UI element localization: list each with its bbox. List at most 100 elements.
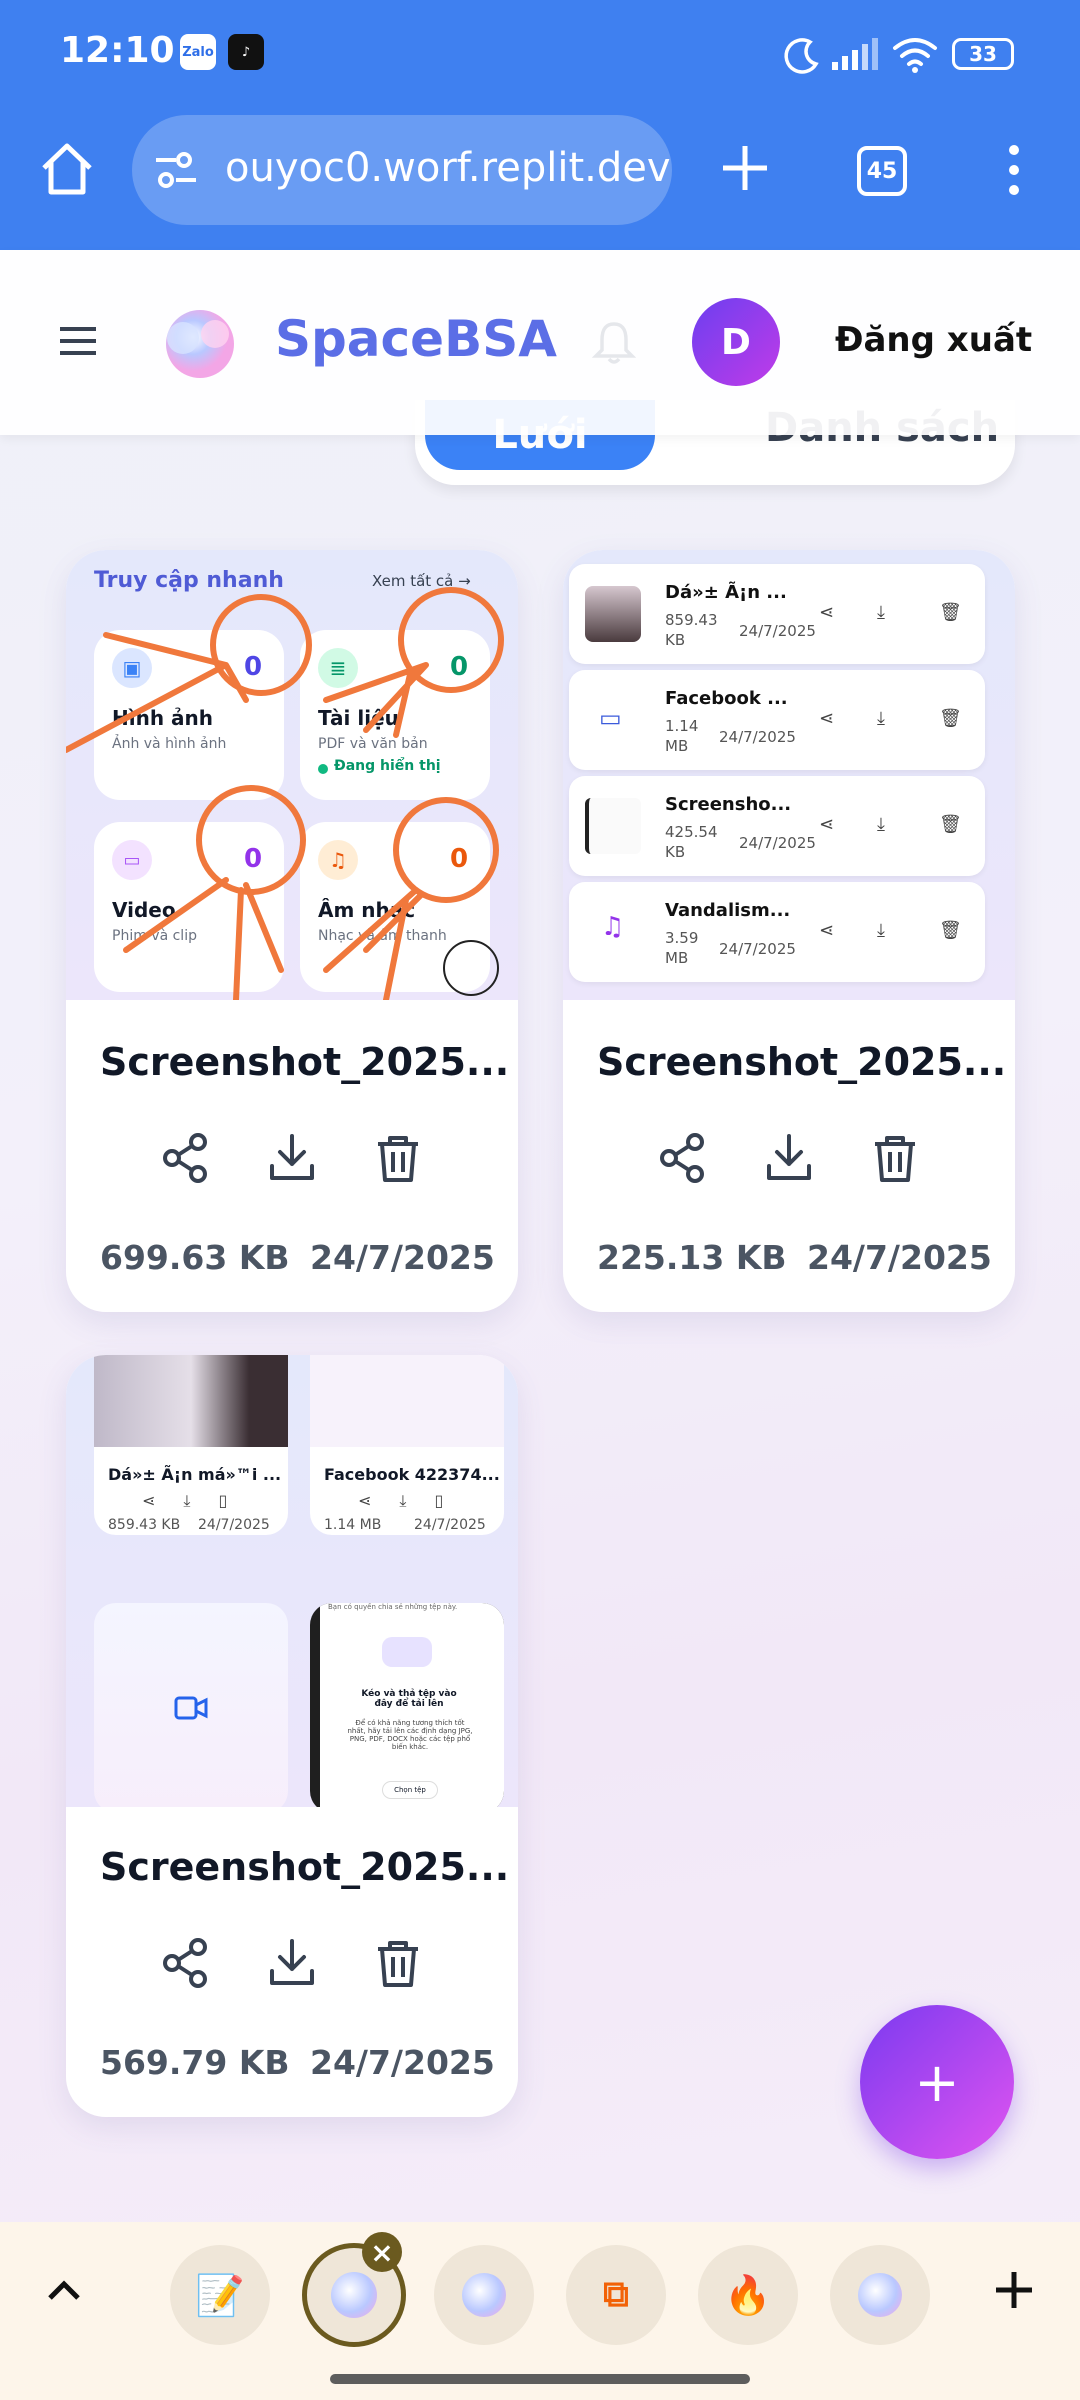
- tab-count-button[interactable]: 45: [857, 146, 907, 196]
- file-date: 24/7/2025: [807, 1238, 992, 1277]
- row-date: 24/7/2025: [719, 940, 796, 958]
- brand-name[interactable]: SpaceBSA: [275, 310, 557, 368]
- delete-icon: 🗑: [939, 814, 962, 835]
- tiktok-icon: ♪: [228, 34, 264, 70]
- upload-title: Kéo và thả tệp vào đây để tải lên: [361, 1689, 457, 1709]
- delete-icon: 🗑: [939, 920, 962, 941]
- row-name: Vandalism...: [665, 900, 791, 921]
- share-icon[interactable]: [156, 1128, 216, 1188]
- delete-icon: 🗑: [939, 708, 962, 729]
- close-tab-icon[interactable]: ×: [362, 2232, 402, 2272]
- brand-logo-icon: [331, 2272, 377, 2318]
- delete-icon[interactable]: [368, 1933, 428, 1993]
- battery-indicator: 33: [952, 38, 1014, 70]
- row-name: Screensho...: [665, 794, 792, 815]
- row-name: Facebook ...: [665, 688, 788, 709]
- brand-logo-icon: [858, 2273, 902, 2317]
- row-date: 24/7/2025: [739, 622, 816, 640]
- replit-icon: ⧉: [603, 2274, 629, 2315]
- notification-bell-icon[interactable]: [590, 318, 638, 366]
- row-date: 24/7/2025: [739, 834, 816, 852]
- file-card[interactable]: Dá»± Ã¡n má»™i ... ⋖⤓▯ 859.43 KB 24/7/20…: [66, 1355, 518, 2117]
- file-date: 24/7/2025: [310, 1238, 495, 1277]
- preview-grid-item: [94, 1603, 288, 1807]
- row-size: 859.43 KB: [665, 611, 718, 649]
- upload-fab-button[interactable]: +: [860, 2005, 1014, 2159]
- preview-grid-item: Dá»± Ã¡n má»™i ... ⋖⤓▯ 859.43 KB 24/7/20…: [94, 1355, 288, 1535]
- url-text[interactable]: ouyoc0.worf.replit.dev: [225, 145, 671, 191]
- download-icon[interactable]: [759, 1128, 819, 1188]
- file-size: 569.79 KB: [100, 2043, 290, 2082]
- brand-logo-icon: [462, 2273, 506, 2317]
- tab-replit[interactable]: ⧉: [566, 2245, 666, 2345]
- preview-grid-item: Facebook 422374... ⋖⤓▯ 1.14 MB 24/7/2025: [310, 1355, 504, 1535]
- file-preview-quick-access: Truy cập nhanh Xem tất cả → ▣ 0 Hình ảnh…: [66, 550, 518, 1000]
- video-icon: [174, 1696, 208, 1720]
- tab-fire-app[interactable]: 🔥: [698, 2245, 798, 2345]
- delete-icon: 🗑: [939, 602, 962, 623]
- file-card[interactable]: Truy cập nhanh Xem tất cả → ▣ 0 Hình ảnh…: [66, 550, 518, 1312]
- file-preview-grid: Dá»± Ã¡n má»™i ... ⋖⤓▯ 859.43 KB 24/7/20…: [66, 1355, 518, 1807]
- file-name: Screenshot_2025...: [100, 1040, 510, 1084]
- download-icon: ⤓: [877, 814, 885, 835]
- file-card[interactable]: Dá»± Ã¡n ... 859.43 KB 24/7/2025 ⋖ ⤓ 🗑 ▭…: [563, 550, 1015, 1312]
- video-thumbnail: [310, 1355, 504, 1447]
- preview-list-row: Screensho... 425.54 KB 24/7/2025 ⋖ ⤓ 🗑: [569, 776, 985, 876]
- share-icon[interactable]: [156, 1933, 216, 1993]
- item-name: Facebook 422374...: [324, 1465, 500, 1484]
- file-preview-list: Dá»± Ã¡n ... 859.43 KB 24/7/2025 ⋖ ⤓ 🗑 ▭…: [563, 550, 1015, 1000]
- music-icon: ♫: [601, 912, 625, 942]
- video-icon: ▭: [599, 704, 622, 732]
- download-icon[interactable]: [262, 1128, 322, 1188]
- upload-choose-button: Chọn tệp: [382, 1781, 438, 1799]
- item-name: Dá»± Ã¡n má»™i ...: [108, 1465, 282, 1484]
- logout-button[interactable]: Đăng xuất: [835, 320, 1032, 360]
- document-thumbnail: [585, 798, 641, 854]
- share-icon[interactable]: [653, 1128, 713, 1188]
- tab-spacebsa-3[interactable]: [830, 2245, 930, 2345]
- preview-list-row: ♫ Vandalism... 3.59 MB 24/7/2025 ⋖ ⤓ 🗑: [569, 882, 985, 982]
- file-size: 225.13 KB: [597, 1238, 787, 1277]
- hamburger-menu-icon[interactable]: [58, 325, 98, 357]
- upload-screenshot: Bạn có quyền chia sẻ những tệp này. Kéo …: [320, 1603, 504, 1807]
- more-menu-icon[interactable]: [1000, 142, 1028, 198]
- row-name: Dá»± Ã¡n ...: [665, 582, 787, 603]
- wifi-icon: [893, 38, 937, 73]
- notepad-icon: 📝: [195, 2272, 245, 2319]
- tab-spacebsa-2[interactable]: [434, 2245, 534, 2345]
- file-name: Screenshot_2025...: [100, 1845, 510, 1889]
- download-icon[interactable]: [262, 1933, 322, 1993]
- item-actions: ⋖⤓▯: [142, 1491, 256, 1510]
- flame-icon: 🔥: [724, 2272, 772, 2317]
- file-name: Screenshot_2025...: [597, 1040, 1007, 1084]
- site-settings-icon[interactable]: [152, 148, 200, 192]
- new-tab-icon[interactable]: [717, 140, 773, 196]
- upload-hint: Bạn có quyền chia sẻ những tệp này.: [328, 1603, 458, 1611]
- share-icon: ⋖: [819, 814, 835, 835]
- row-size: 3.59 MB: [665, 929, 699, 967]
- add-tab-icon[interactable]: [992, 2268, 1036, 2312]
- row-date: 24/7/2025: [719, 728, 796, 746]
- tab-notes[interactable]: 📝: [170, 2245, 270, 2345]
- download-icon: ⤓: [877, 920, 885, 941]
- item-date: 24/7/2025: [414, 1517, 486, 1533]
- delete-icon[interactable]: [368, 1128, 428, 1188]
- download-icon: ⤓: [877, 708, 885, 729]
- preview-grid-item: Bạn có quyền chia sẻ những tệp này. Kéo …: [310, 1603, 504, 1807]
- brand-logo-icon: [166, 310, 234, 378]
- signal-icon: [832, 38, 878, 70]
- share-icon: ⋖: [819, 920, 835, 941]
- share-icon: ⋖: [819, 602, 835, 623]
- item-size: 1.14 MB: [324, 1517, 382, 1533]
- chevron-up-icon[interactable]: [44, 2270, 84, 2310]
- delete-icon[interactable]: [865, 1128, 925, 1188]
- user-avatar[interactable]: D: [692, 298, 780, 386]
- home-icon[interactable]: [38, 140, 96, 198]
- annotation-drawing: [66, 587, 504, 1000]
- photo-thumbnail: [94, 1355, 288, 1447]
- home-indicator: [330, 2374, 750, 2384]
- preview-list-row: Dá»± Ã¡n ... 859.43 KB 24/7/2025 ⋖ ⤓ 🗑: [569, 564, 985, 664]
- row-size: 425.54 KB: [665, 823, 718, 861]
- upload-desc: Để có khả năng tương thích tốt nhất, hãy…: [347, 1719, 473, 1751]
- photo-thumbnail: [585, 586, 641, 642]
